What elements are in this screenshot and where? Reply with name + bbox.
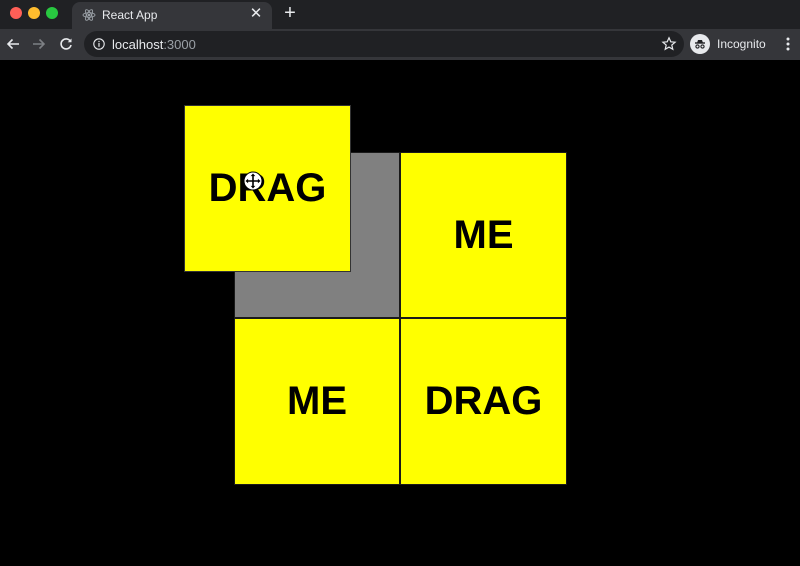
close-window-button[interactable]: [10, 7, 22, 19]
back-button[interactable]: [3, 34, 23, 54]
page-viewport: ME ME DRAG DRAG: [0, 60, 800, 566]
new-tab-button[interactable]: +: [281, 3, 299, 23]
draggable-tile-drag[interactable]: DRAG: [400, 318, 567, 485]
reload-icon: [60, 38, 72, 50]
url-port: :3000: [163, 37, 196, 52]
draggable-tile-me[interactable]: ME: [234, 318, 400, 485]
incognito-icon: [695, 40, 705, 49]
dragging-tile[interactable]: DRAG: [184, 105, 351, 272]
tile-label: ME: [287, 379, 347, 423]
incognito-avatar: [690, 34, 710, 54]
reload-button[interactable]: [56, 34, 76, 54]
info-icon[interactable]: [93, 38, 105, 50]
bookmark-star-icon[interactable]: [661, 36, 677, 52]
url-text: localhost:3000: [112, 37, 196, 52]
address-bar[interactable]: localhost:3000: [84, 31, 684, 57]
tile-label: DRAG: [424, 379, 543, 423]
browser-tab[interactable]: React App ✕: [72, 2, 272, 29]
tile-label: ME: [453, 212, 514, 257]
incognito-label: Incognito: [717, 37, 766, 51]
browser-menu-icon[interactable]: [782, 36, 794, 52]
minimize-window-button[interactable]: [28, 7, 40, 19]
url-host: localhost: [112, 37, 164, 52]
tab-close-icon[interactable]: ✕: [248, 6, 264, 22]
back-arrow-icon: [6, 38, 19, 50]
react-logo-icon: [82, 9, 96, 21]
draggable-tile-me[interactable]: ME: [400, 152, 567, 318]
forward-arrow-icon: [33, 38, 46, 50]
move-cursor-icon: [243, 171, 263, 191]
tab-title: React App: [102, 8, 158, 22]
maximize-window-button[interactable]: [46, 7, 58, 19]
browser-toolbar: localhost:3000 Incognito: [0, 29, 800, 60]
tab-bar: React App ✕ +: [0, 0, 800, 29]
tile-label: DRAG: [208, 166, 327, 210]
incognito-profile-button[interactable]: Incognito: [690, 32, 766, 56]
forward-button[interactable]: [29, 34, 49, 54]
